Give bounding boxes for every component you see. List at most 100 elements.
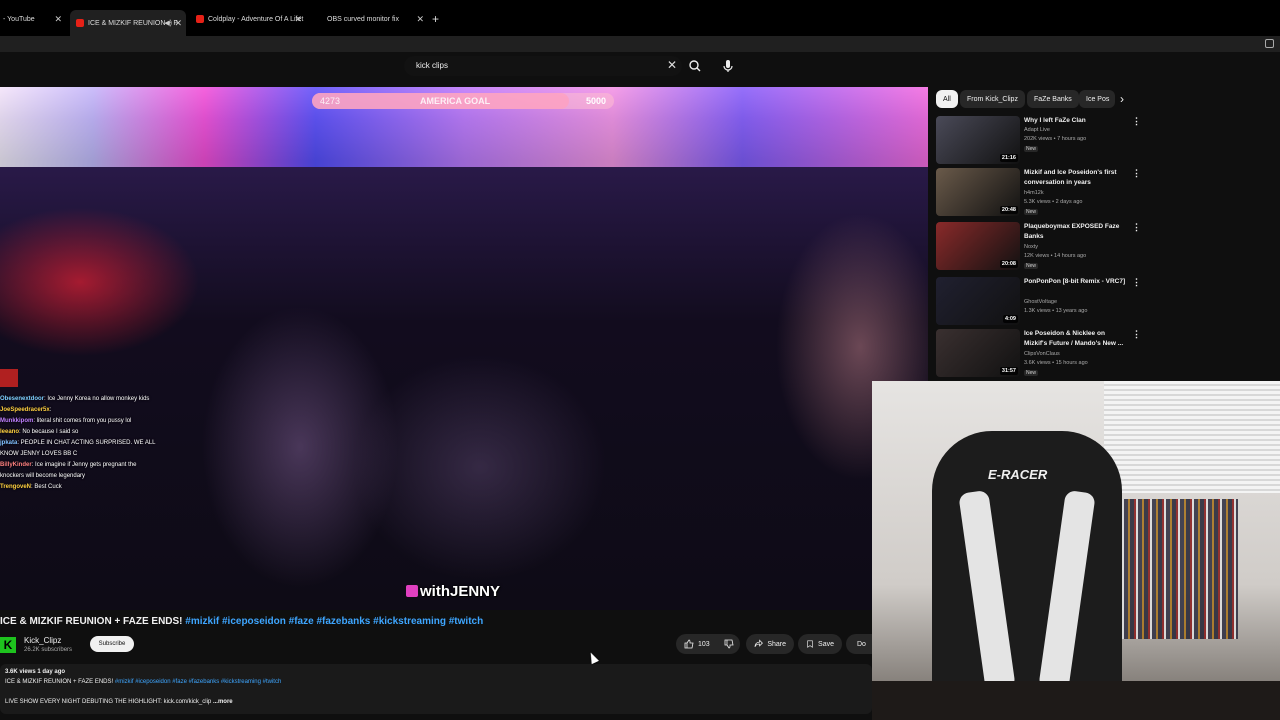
chat-message: TrengoveN: Best Cuck (0, 482, 160, 493)
clear-search-icon[interactable]: ✕ (667, 58, 677, 72)
search-button[interactable] (682, 56, 708, 76)
video-scene-light (0, 207, 200, 357)
chat-username: TrengoveN (0, 484, 32, 490)
recommended-video[interactable]: 31:57 Ice Poseidon & Nicklee on Mizkif's … (936, 329, 1276, 379)
voice-search-button[interactable] (718, 56, 738, 76)
description-box[interactable]: 3.6K views 1 day ago ICE & MIZKIF REUNIO… (0, 664, 872, 714)
tab-obs[interactable]: OBS curved monitor fix ✕ (310, 8, 428, 30)
recommended-video[interactable]: 20:48 Mizkif and Ice Poseidon's first con… (936, 168, 1276, 218)
chat-username: JoeSpeedracer5x (0, 407, 50, 413)
description-hashtags[interactable]: #mizkif #iceposeidon #faze #fazebanks #k… (115, 679, 281, 685)
video-thumbnail[interactable]: 4:09 (936, 277, 1020, 325)
search-input[interactable]: kick clips (416, 61, 448, 70)
recommended-video-title[interactable]: Why I left FaZe Clan (1024, 116, 1128, 126)
chat-message: jpkata: PEOPLE IN CHAT ACTING SURPRISED.… (0, 438, 160, 460)
recommended-video-title[interactable]: Mizkif and Ice Poseidon's first conversa… (1024, 168, 1128, 188)
tab-coldplay[interactable]: Coldplay - Adventure Of A Lifet ✕ (190, 8, 306, 30)
new-badge: New (1024, 209, 1039, 215)
description-title: ICE & MIZKIF REUNION + FAZE ENDS! (5, 679, 114, 685)
goal-current: 4273 (320, 96, 341, 106)
chat-avatar (0, 369, 18, 387)
more-options-icon[interactable]: ⋮ (1132, 116, 1141, 127)
stream-watermark: withJENNY (406, 583, 500, 600)
share-icon (754, 639, 763, 647)
chat-username: Obesenextdoor (0, 396, 45, 402)
more-options-icon[interactable]: ⋮ (1132, 222, 1141, 233)
chip-from-channel[interactable]: From Kick_Clipz (960, 90, 1025, 108)
video-thumbnail[interactable]: 21:16 (936, 116, 1020, 164)
close-tab-icon[interactable]: ✕ (54, 14, 62, 25)
chat-username: BillyKinder (0, 462, 32, 468)
new-badge: New (1024, 263, 1039, 269)
channel-avatar[interactable]: K (0, 637, 16, 653)
new-tab-button[interactable]: + (432, 12, 439, 26)
tab-label: OBS curved monitor fix (327, 15, 399, 23)
close-tab-icon[interactable]: ✕ (294, 14, 302, 25)
recommended-video[interactable]: 21:16 Why I left FaZe Clan Adapt Live 202K … (936, 116, 1276, 166)
chat-message: leeano: No because I said so (0, 427, 160, 438)
channel-name[interactable]: Kick_Clipz (24, 636, 61, 645)
new-badge: New (1024, 146, 1039, 152)
youtube-favicon-icon (196, 15, 204, 23)
more-options-icon[interactable]: ⋮ (1132, 277, 1141, 288)
speaker-icon[interactable]: ◀) (164, 19, 172, 27)
recommended-video-title[interactable]: Ice Poseidon & Nicklee on Mizkif's Futur… (1024, 329, 1128, 349)
close-tab-icon[interactable]: ✕ (416, 14, 424, 25)
tab-youtube[interactable]: - YouTube ✕ (0, 8, 66, 30)
desk (872, 681, 1280, 720)
browser-tab-bar: - YouTube ✕ ICE & MIZKIF REUNION + F ◀) … (0, 0, 1280, 36)
share-button[interactable]: Share (746, 634, 794, 654)
download-button[interactable]: Do (846, 634, 872, 654)
description-text: LIVE SHOW EVERY NIGHT DEBUTING THE HIGHL… (5, 699, 212, 705)
search-icon (689, 60, 701, 72)
video-thumbnail[interactable]: 20:48 (936, 168, 1020, 216)
recommended-video[interactable]: 4:09 PonPonPon [8-bit Remix - VRC7] GhostV… (936, 277, 1276, 327)
video-title-hashtags[interactable]: #mizkif #iceposeidon #faze #fazebanks #k… (185, 616, 483, 627)
kick-logo-icon (406, 585, 418, 597)
chip-faze-banks[interactable]: FaZe Banks (1027, 90, 1079, 108)
thumbs-up-icon (684, 639, 694, 649)
recommended-video-title[interactable]: PonPonPon [8-bit Remix - VRC7] (1024, 277, 1128, 287)
thumbs-down-icon (724, 639, 734, 649)
tab-label: Coldplay - Adventure Of A Lifet (208, 15, 304, 23)
new-badge: New (1024, 370, 1039, 376)
show-more-button[interactable]: ...more (213, 699, 233, 705)
chat-username: Munkkipom (0, 418, 34, 424)
tab-label: - YouTube (3, 15, 35, 23)
recommended-meta: 12K views • 14 hours ago (1024, 253, 1087, 259)
microphone-icon (723, 60, 733, 72)
video-duration: 20:48 (999, 206, 1018, 214)
recommended-channel[interactable]: h4m12k (1024, 190, 1044, 196)
webcam-overlay: E-RACER (872, 381, 1280, 720)
subscribe-button[interactable]: Subscribe (90, 636, 134, 652)
recommended-channel[interactable]: GhostVoltage (1024, 299, 1057, 305)
dislike-button[interactable] (724, 639, 734, 649)
chat-username: leeano (0, 429, 20, 435)
youtube-favicon-icon (76, 19, 84, 27)
recommended-video-title[interactable]: Plaqueboymax EXPOSED Faze Banks (1024, 222, 1128, 242)
chip-ice-poseidon[interactable]: Ice Pos (1079, 90, 1115, 108)
recommended-channel[interactable]: Adapt Live (1024, 127, 1050, 133)
close-tab-icon[interactable]: ✕ (174, 18, 182, 29)
extension-icon[interactable] (1265, 39, 1274, 48)
tab-active-video[interactable]: ICE & MIZKIF REUNION + F ◀) ✕ (70, 10, 186, 36)
more-options-icon[interactable]: ⋮ (1132, 329, 1141, 340)
recommended-channel[interactable]: Noxty (1024, 244, 1038, 250)
goal-target: 5000 (586, 96, 607, 106)
chat-text: : Ice Jenny Korea no allow monkey kids (44, 396, 150, 402)
video-player[interactable]: 4273 AMERICA GOAL 5000 withJENNY (0, 87, 928, 610)
more-options-icon[interactable]: ⋮ (1132, 168, 1141, 179)
chip-all[interactable]: All (936, 90, 958, 108)
mouse-cursor-icon (587, 650, 599, 665)
save-label: Save (818, 640, 834, 648)
recommended-video[interactable]: 20:08 Plaqueboymax EXPOSED Faze Banks Noxt… (936, 222, 1276, 272)
save-button[interactable]: Save (798, 634, 842, 654)
goal-label: AMERICA GOAL (420, 96, 491, 106)
chat-overlay: Obesenextdoor: Ice Jenny Korea no allow … (0, 394, 160, 493)
video-thumbnail[interactable]: 31:57 (936, 329, 1020, 377)
chevron-right-icon[interactable]: › (1120, 92, 1124, 106)
like-button[interactable]: 103 (684, 639, 710, 649)
recommended-channel[interactable]: ClipsVonClaus (1024, 351, 1060, 357)
search-box[interactable]: kick clips ✕ (404, 56, 682, 76)
video-thumbnail[interactable]: 20:08 (936, 222, 1020, 270)
